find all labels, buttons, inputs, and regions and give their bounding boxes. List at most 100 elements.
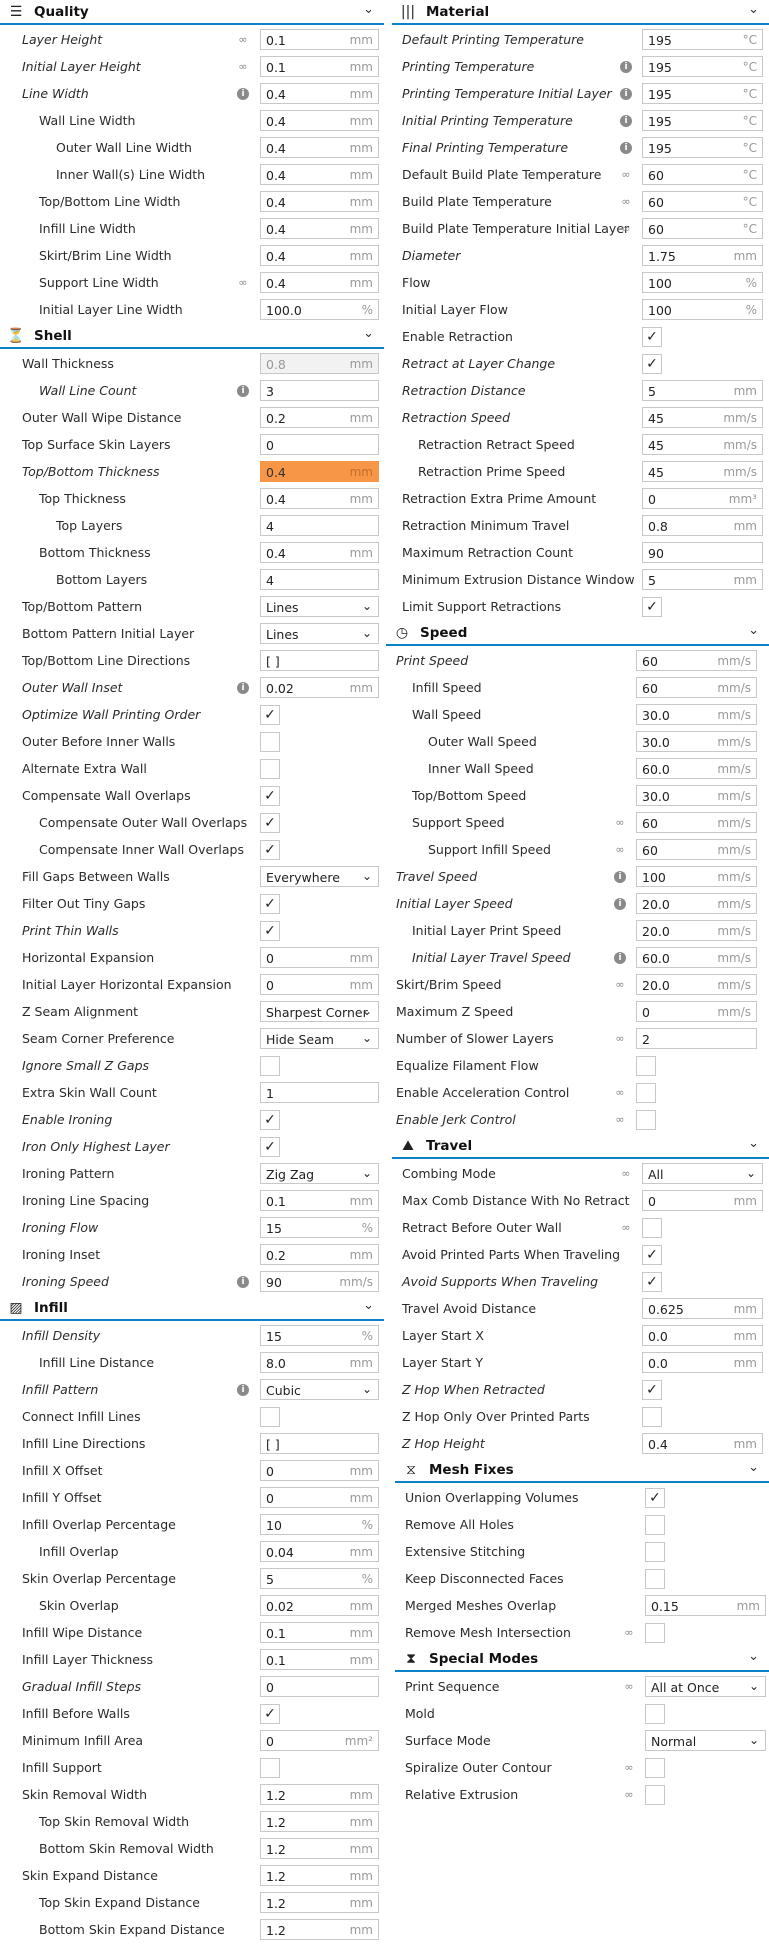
skin-removal-width-input[interactable]: 1.2 mm (260, 1784, 379, 1805)
retraction-speed-input[interactable]: 45 mm/s (642, 407, 763, 428)
retraction-distance-input[interactable]: 5 mm (642, 380, 763, 401)
outer-wall-line-width-input[interactable]: 0.4 mm (260, 137, 379, 158)
build-plate-temperature-initial-layer-input[interactable]: 60 °C (642, 218, 763, 239)
info-icon[interactable]: i (237, 88, 249, 100)
link-icon[interactable]: ∞ (623, 1789, 635, 1801)
avoid-supports-when-traveling-checkbox[interactable]: ✓ (642, 1272, 662, 1292)
support-speed-input[interactable]: 60 mm/s (636, 812, 757, 833)
build-plate-temperature-input[interactable]: 60 °C (642, 191, 763, 212)
keep-disconnected-faces-checkbox[interactable] (645, 1569, 665, 1589)
print-sequence-select[interactable]: All at Once ⌄ (645, 1676, 766, 1697)
print-thin-walls-checkbox[interactable]: ✓ (260, 921, 280, 941)
infill-density-input[interactable]: 15% (260, 1325, 379, 1346)
line-width-input[interactable]: 0.4 mm (260, 83, 379, 104)
bottom-pattern-initial-layer-select[interactable]: Lines ⌄ (260, 623, 379, 644)
alternate-extra-wall-checkbox[interactable] (260, 759, 280, 779)
chevron-down-icon[interactable]: ⌄ (363, 1298, 374, 1313)
union-overlapping-volumes-checkbox[interactable]: ✓ (645, 1488, 665, 1508)
skin-overlap-percentage-input[interactable]: 5% (260, 1568, 379, 1589)
info-icon[interactable]: i (620, 142, 632, 154)
minimum-infill-area-input[interactable]: 0 mm² (260, 1730, 379, 1751)
flow-input[interactable]: 100% (642, 272, 763, 293)
enable-retraction-checkbox[interactable]: ✓ (642, 327, 662, 347)
initial-layer-horizontal-expansion-input[interactable]: 0 mm (260, 974, 379, 995)
chevron-down-icon[interactable]: ⌄ (363, 326, 374, 341)
info-icon[interactable]: i (620, 61, 632, 73)
relative-extrusion-checkbox[interactable] (645, 1785, 665, 1805)
info-icon[interactable]: i (237, 682, 249, 694)
final-printing-temperature-input[interactable]: 195 °C (642, 137, 763, 158)
gradual-infill-steps-input[interactable]: 0 (260, 1676, 379, 1697)
initial-layer-flow-input[interactable]: 100% (642, 299, 763, 320)
compensate-outer-wall-overlaps-checkbox[interactable]: ✓ (260, 813, 280, 833)
z-hop-only-over-printed-parts-checkbox[interactable] (642, 1407, 662, 1427)
inner-wall-speed-input[interactable]: 60.0 mm/s (636, 758, 757, 779)
skirt-brim-line-width-input[interactable]: 0.4 mm (260, 245, 379, 266)
enable-ironing-checkbox[interactable]: ✓ (260, 1110, 280, 1130)
inner-wall-s-line-width-input[interactable]: 0.4 mm (260, 164, 379, 185)
initial-layer-print-speed-input[interactable]: 20.0 mm/s (636, 920, 757, 941)
spiralize-outer-contour-checkbox[interactable] (645, 1758, 665, 1778)
initial-printing-temperature-input[interactable]: 195 °C (642, 110, 763, 131)
section-header-mesh-fixes[interactable]: ⧖ Mesh Fixes ⌄ (395, 1458, 769, 1483)
remove-mesh-intersection-checkbox[interactable] (645, 1623, 665, 1643)
outer-wall-speed-input[interactable]: 30.0 mm/s (636, 731, 757, 752)
link-icon[interactable]: ∞ (623, 1762, 635, 1774)
layer-start-y-input[interactable]: 0.0 mm (642, 1352, 763, 1373)
maximum-z-speed-input[interactable]: 0 mm/s (636, 1001, 757, 1022)
extra-skin-wall-count-input[interactable]: 1 (260, 1082, 379, 1103)
section-header-material[interactable]: ||| Material ⌄ (392, 0, 769, 25)
enable-acceleration-control-checkbox[interactable] (636, 1083, 656, 1103)
initial-layer-line-width-input[interactable]: 100.0% (260, 299, 379, 320)
z-seam-alignment-select[interactable]: Sharpest Corner ⌄ (260, 1001, 379, 1022)
link-icon[interactable]: ∞ (614, 979, 626, 991)
info-icon[interactable]: i (614, 952, 626, 964)
link-icon[interactable]: ∞ (614, 817, 626, 829)
link-icon[interactable]: ∞ (614, 1087, 626, 1099)
link-icon[interactable]: ∞ (620, 1222, 632, 1234)
outer-wall-wipe-distance-input[interactable]: 0.2 mm (260, 407, 379, 428)
retract-before-outer-wall-checkbox[interactable] (642, 1218, 662, 1238)
skirt-brim-speed-input[interactable]: 20.0 mm/s (636, 974, 757, 995)
link-icon[interactable]: ∞ (620, 196, 632, 208)
top-layers-input[interactable]: 4 (260, 515, 379, 536)
wall-line-count-input[interactable]: 3 (260, 380, 379, 401)
info-icon[interactable]: i (237, 385, 249, 397)
section-header-travel[interactable]: ⛰ Travel ⌄ (392, 1134, 769, 1159)
info-icon[interactable]: i (614, 871, 626, 883)
section-header-infill[interactable]: ▨ Infill ⌄ (0, 1296, 384, 1321)
bottom-skin-expand-distance-input[interactable]: 1.2 mm (260, 1919, 379, 1940)
mold-checkbox[interactable] (645, 1704, 665, 1724)
combing-mode-select[interactable]: All ⌄ (642, 1163, 763, 1184)
top-surface-skin-layers-input[interactable]: 0 (260, 434, 379, 455)
ignore-small-z-gaps-checkbox[interactable] (260, 1056, 280, 1076)
bottom-skin-removal-width-input[interactable]: 1.2 mm (260, 1838, 379, 1859)
bottom-layers-input[interactable]: 4 (260, 569, 379, 590)
wall-line-width-input[interactable]: 0.4 mm (260, 110, 379, 131)
link-icon[interactable]: ∞ (237, 34, 249, 46)
initial-layer-travel-speed-input[interactable]: 60.0 mm/s (636, 947, 757, 968)
ironing-speed-input[interactable]: 90 mm/s (260, 1271, 379, 1292)
link-icon[interactable]: ∞ (237, 277, 249, 289)
section-header-special-modes[interactable]: ⧗ Special Modes ⌄ (395, 1647, 769, 1672)
link-icon[interactable]: ∞ (614, 1033, 626, 1045)
number-of-slower-layers-input[interactable]: 2 (636, 1028, 757, 1049)
chevron-down-icon[interactable]: ⌄ (748, 1136, 759, 1151)
default-printing-temperature-input[interactable]: 195 °C (642, 29, 763, 50)
ironing-inset-input[interactable]: 0.2 mm (260, 1244, 379, 1265)
skin-expand-distance-input[interactable]: 1.2 mm (260, 1865, 379, 1886)
layer-height-input[interactable]: 0.1 mm (260, 29, 379, 50)
section-header-quality[interactable]: ☰ Quality ⌄ (0, 0, 384, 25)
printing-temperature-input[interactable]: 195 °C (642, 56, 763, 77)
top-bottom-line-width-input[interactable]: 0.4 mm (260, 191, 379, 212)
printing-temperature-initial-layer-input[interactable]: 195 °C (642, 83, 763, 104)
infill-y-offset-input[interactable]: 0 mm (260, 1487, 379, 1508)
info-icon[interactable]: i (614, 898, 626, 910)
retraction-extra-prime-amount-input[interactable]: 0 mm³ (642, 488, 763, 509)
top-bottom-pattern-select[interactable]: Lines ⌄ (260, 596, 379, 617)
compensate-inner-wall-overlaps-checkbox[interactable]: ✓ (260, 840, 280, 860)
outer-before-inner-walls-checkbox[interactable] (260, 732, 280, 752)
limit-support-retractions-checkbox[interactable]: ✓ (642, 597, 662, 617)
remove-all-holes-checkbox[interactable] (645, 1515, 665, 1535)
top-bottom-speed-input[interactable]: 30.0 mm/s (636, 785, 757, 806)
